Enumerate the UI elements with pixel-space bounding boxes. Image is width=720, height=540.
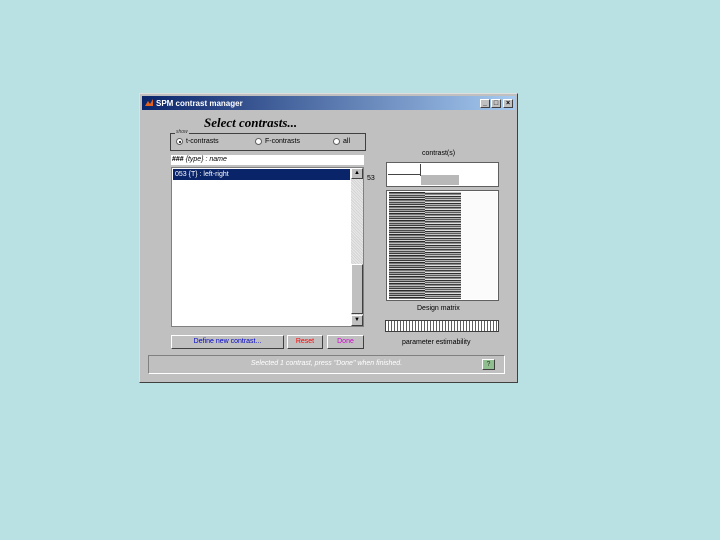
close-icon[interactable]: × [503, 98, 513, 108]
done-button[interactable]: Done [327, 335, 364, 349]
page-title: Select contrasts... [204, 115, 298, 130]
reset-button[interactable]: Reset [287, 335, 323, 349]
design-column-2 [425, 192, 461, 299]
design-matrix-image[interactable] [386, 190, 499, 301]
scroll-down-icon[interactable]: ▼ [351, 315, 363, 326]
status-bar: Selected 1 contrast, press "Done" when f… [148, 355, 505, 374]
group-legend: show [175, 129, 189, 135]
title-bar[interactable]: SPM contrast manager _ □ × [142, 96, 515, 110]
spm-contrast-manager-window: SPM contrast manager _ □ × Select contra… [139, 93, 518, 383]
parameter-estimability-bar [385, 320, 499, 332]
maximize-icon[interactable]: □ [491, 98, 501, 108]
radio-label: t-contrasts [186, 138, 219, 145]
contrast-weights-plot [386, 162, 499, 187]
minimize-icon[interactable]: _ [480, 98, 490, 108]
design-column-3 [461, 192, 497, 299]
radio-label: all [343, 138, 351, 145]
radio-label: F-contrasts [265, 138, 301, 145]
radio-t-contrasts[interactable]: t-contrasts [176, 138, 219, 145]
list-header: ### {type} : name [171, 155, 364, 165]
scroll-up-icon[interactable]: ▲ [351, 168, 363, 179]
list-header-text: {type} : name [183, 156, 227, 163]
status-message: Selected 1 contrast, press "Done" when f… [250, 360, 403, 367]
design-column-1 [389, 192, 425, 299]
contrast-weight-zero [388, 175, 421, 185]
matlab-logo-icon [145, 99, 153, 106]
radio-f-contrasts[interactable]: F-contrasts [255, 138, 300, 145]
radio-unchecked-icon [255, 138, 262, 145]
scroll-thumb[interactable] [351, 264, 363, 314]
list-scrollbar[interactable]: ▲ ▼ [351, 168, 363, 326]
contrast-baseline [388, 174, 421, 175]
window-controls: _ □ × [480, 98, 513, 108]
radio-checked-icon [176, 138, 183, 145]
design-matrix-label: Design matrix [417, 305, 460, 312]
list-header-prefix: ### [172, 156, 184, 163]
contrast-type-group: show t-contrasts F-contrasts all [170, 129, 366, 151]
radio-unchecked-icon [333, 138, 340, 145]
contrast-panel-label: contrast(s) [422, 150, 456, 157]
help-button[interactable]: ? [482, 359, 495, 370]
window-title: SPM contrast manager [156, 98, 243, 108]
radio-all[interactable]: all [333, 138, 350, 145]
list-item[interactable]: 053 {T} : left-right [173, 169, 350, 180]
contrast-index-label: 53 [367, 175, 375, 182]
estimability-label: parameter estimability [402, 339, 471, 346]
define-new-contrast-button[interactable]: Define new contrast... [171, 335, 284, 349]
contrast-list[interactable]: 053 {T} : left-right ▲ ▼ [171, 167, 364, 327]
